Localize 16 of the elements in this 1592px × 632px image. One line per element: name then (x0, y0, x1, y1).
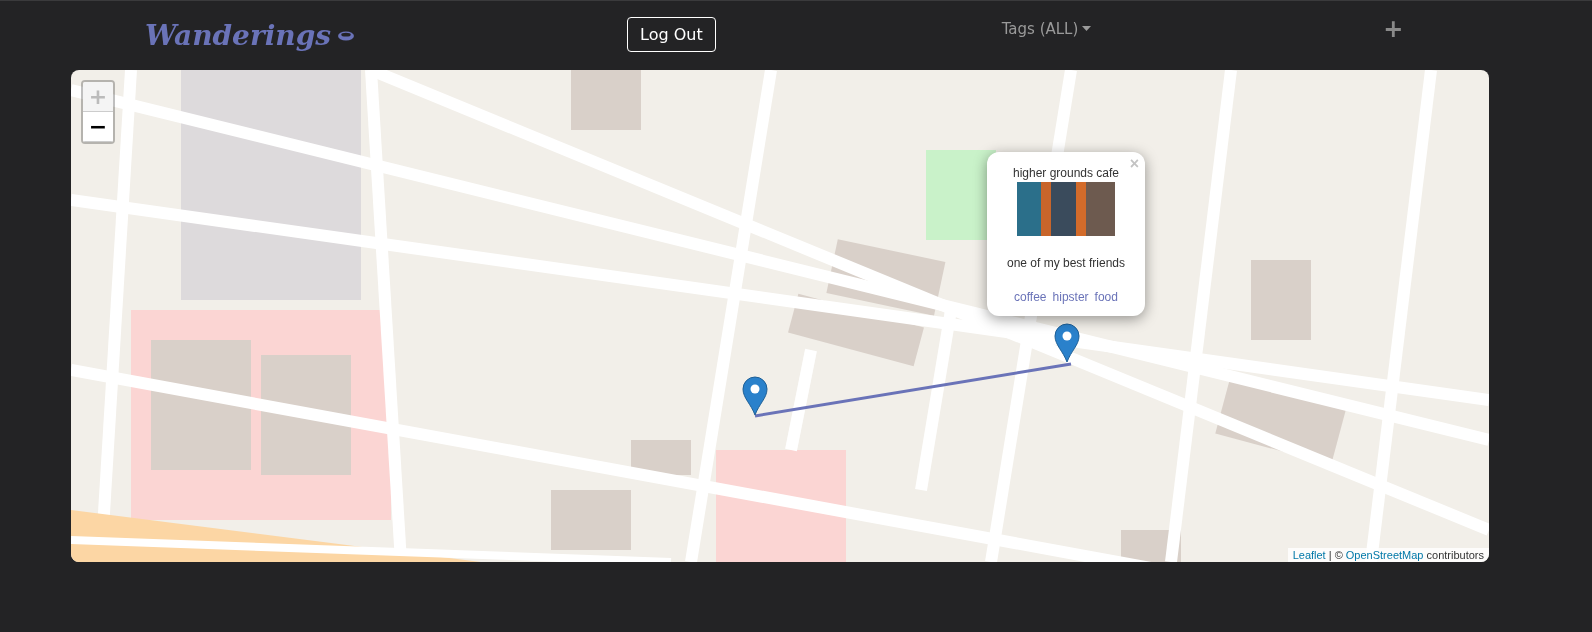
leaflet-link[interactable]: Leaflet (1292, 549, 1326, 561)
zoom-out-button[interactable]: − (83, 112, 113, 142)
tag-link[interactable]: hipster (1052, 290, 1089, 304)
place-description: one of my best friends (1006, 256, 1126, 270)
pin-icon[interactable] (1054, 323, 1080, 363)
caret-icon (1082, 26, 1092, 31)
tags-dropdown[interactable]: Tags (ALL) (1001, 19, 1092, 38)
tag-link[interactable]: food (1094, 290, 1118, 304)
logo-text[interactable]: Wanderings (145, 19, 331, 52)
place-title: higher grounds cafe (1012, 166, 1120, 180)
log-out-button[interactable]: Log Out (627, 17, 716, 52)
attribution-text: Leaflet | © OpenStreetMap contributors (1287, 548, 1489, 562)
pin-icon[interactable] (742, 376, 768, 416)
openstreetmap-link[interactable]: OpenStreetMap (1345, 549, 1424, 561)
add-button[interactable]: + (1383, 14, 1404, 43)
tag-link[interactable]: coffee (1014, 290, 1047, 304)
